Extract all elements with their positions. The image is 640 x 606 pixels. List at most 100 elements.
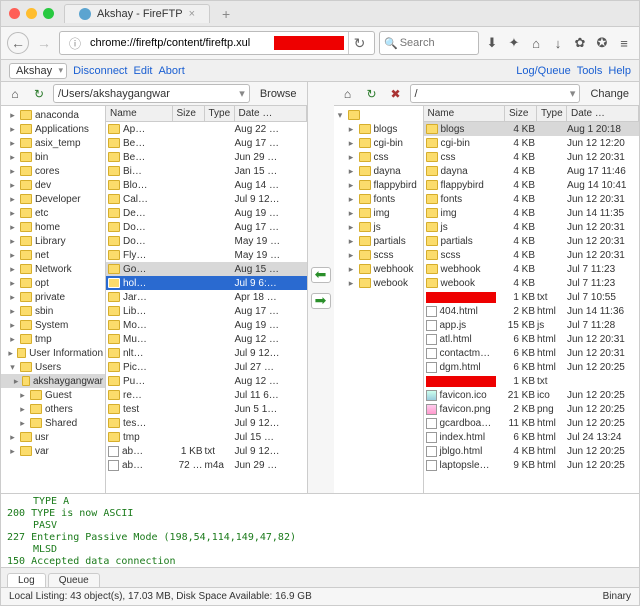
expand-icon[interactable]: ▸ — [8, 194, 17, 205]
file-row[interactable]: Fly…May 19 … — [106, 248, 307, 262]
expand-icon[interactable]: ▸ — [347, 264, 356, 275]
subbar-link[interactable]: Log/Queue — [516, 65, 570, 77]
file-row[interactable]: 1 KBtxt — [424, 374, 640, 388]
site-info-icon[interactable]: ⓘ — [64, 32, 86, 54]
expand-icon[interactable]: ▸ — [8, 334, 17, 345]
file-row[interactable]: Bi…Jan 15 … — [106, 164, 307, 178]
expand-icon[interactable]: ▸ — [8, 180, 17, 191]
tree-item[interactable]: ▸net — [1, 248, 105, 262]
bottom-tab[interactable]: Queue — [48, 573, 100, 587]
upload-arrow-button[interactable]: ➡ — [311, 293, 331, 309]
expand-icon[interactable]: ▸ — [347, 194, 356, 205]
file-row[interactable]: Cal…Jul 9 12… — [106, 192, 307, 206]
file-row[interactable]: testJun 5 1… — [106, 402, 307, 416]
account-dropdown[interactable]: Akshay ▾ — [9, 63, 67, 79]
maximize-window-button[interactable] — [43, 8, 54, 19]
file-row[interactable]: ab…72 …m4aJun 29 … — [106, 458, 307, 472]
col-name[interactable]: Name — [424, 106, 506, 121]
file-row[interactable]: partials4 KBJun 12 20:31 — [424, 234, 640, 248]
remote-home-icon[interactable]: ⌂ — [338, 85, 358, 103]
url-input[interactable] — [86, 35, 274, 51]
browser-tab[interactable]: Akshay - FireFTP × — [64, 4, 210, 23]
tree-item[interactable]: ▸partials — [334, 234, 423, 248]
file-row[interactable]: img4 KBJun 14 11:35 — [424, 206, 640, 220]
file-row[interactable]: Jar…Apr 18 … — [106, 290, 307, 304]
file-row[interactable]: flappybird4 KBAug 14 10:41 — [424, 178, 640, 192]
tree-item[interactable]: ▸dev — [1, 178, 105, 192]
expand-icon[interactable]: ▸ — [8, 138, 17, 149]
expand-icon[interactable]: ▸ — [8, 110, 17, 121]
tree-item[interactable]: ▸dayna — [334, 164, 423, 178]
tree-item[interactable]: ▸cgi-bin — [334, 136, 423, 150]
file-row[interactable]: favicon.png2 KBpngJun 12 20:25 — [424, 402, 640, 416]
expand-icon[interactable]: ▸ — [8, 124, 17, 135]
file-row[interactable]: jblgo.html4 KBhtmlJun 12 20:25 — [424, 444, 640, 458]
tree-item[interactable]: ▸js — [334, 220, 423, 234]
tree-item[interactable]: ▸asix_temp — [1, 136, 105, 150]
expand-icon[interactable]: ▸ — [347, 222, 356, 233]
file-row[interactable]: ab…1 KBtxtJul 9 12… — [106, 444, 307, 458]
col-size[interactable]: Size — [173, 106, 205, 121]
expand-icon[interactable]: ▸ — [18, 390, 27, 401]
toolbar-icon[interactable]: ↓ — [549, 34, 567, 52]
tree-item[interactable]: ▸scss — [334, 248, 423, 262]
subbar-link[interactable]: Tools — [577, 65, 603, 77]
col-date[interactable]: Date … — [567, 106, 639, 121]
file-row[interactable]: Be…Jun 29 … — [106, 150, 307, 164]
local-refresh-icon[interactable]: ↻ — [29, 85, 49, 103]
local-path-dropdown[interactable]: /Users/akshaygangwar ▾ — [53, 84, 250, 103]
local-home-icon[interactable]: ⌂ — [5, 85, 25, 103]
bottom-tab[interactable]: Log — [7, 573, 46, 587]
tree-item[interactable]: ▸fonts — [334, 192, 423, 206]
expand-icon[interactable]: ▸ — [7, 348, 13, 359]
subbar-action[interactable]: Edit — [134, 65, 153, 77]
tree-item[interactable]: ▸cores — [1, 164, 105, 178]
file-row[interactable]: laptopsle…9 KBhtmlJun 12 20:25 — [424, 458, 640, 472]
file-row[interactable]: Ap…Aug 22 … — [106, 122, 307, 136]
expand-icon[interactable]: ▸ — [347, 124, 356, 135]
file-row[interactable]: index.html6 KBhtmlJul 24 13:24 — [424, 430, 640, 444]
local-file-list[interactable]: Name Size Type Date … Ap…Aug 22 …Be…Aug … — [106, 106, 307, 493]
expand-icon[interactable]: ▸ — [8, 250, 17, 261]
remote-refresh-icon[interactable]: ↻ — [362, 85, 382, 103]
file-row[interactable]: css4 KBJun 12 20:31 — [424, 150, 640, 164]
toolbar-icon[interactable]: ✪ — [593, 34, 611, 52]
file-row[interactable]: De…Aug 19 … — [106, 206, 307, 220]
expand-icon[interactable]: ▸ — [347, 180, 356, 191]
file-row[interactable]: 404.html2 KBhtmlJun 14 11:36 — [424, 304, 640, 318]
tree-item[interactable]: ▸Library — [1, 234, 105, 248]
download-arrow-button[interactable]: ⬅ — [311, 267, 331, 283]
subbar-action[interactable]: Abort — [158, 65, 184, 77]
expand-icon[interactable]: ▸ — [8, 152, 17, 163]
file-row[interactable]: Mo…Aug 19 … — [106, 318, 307, 332]
tree-item[interactable]: ▾ — [334, 108, 423, 122]
toolbar-icon[interactable]: ⬇ — [483, 34, 501, 52]
tree-item[interactable]: ▸Guest — [1, 388, 105, 402]
close-tab-icon[interactable]: × — [189, 8, 195, 20]
file-row[interactable]: Blo…Aug 14 … — [106, 178, 307, 192]
tree-item[interactable]: ▸tmp — [1, 332, 105, 346]
col-type[interactable]: Type — [205, 106, 235, 121]
tree-item[interactable]: ▸bin — [1, 150, 105, 164]
subbar-action[interactable]: Disconnect — [73, 65, 127, 77]
file-row[interactable]: scss4 KBJun 12 20:31 — [424, 248, 640, 262]
expand-icon[interactable]: ▸ — [8, 432, 17, 443]
tree-item[interactable]: ▸private — [1, 290, 105, 304]
file-row[interactable]: fonts4 KBJun 12 20:31 — [424, 192, 640, 206]
file-row[interactable]: app.js15 KBjsJul 7 11:28 — [424, 318, 640, 332]
toolbar-icon[interactable]: ≡ — [615, 34, 633, 52]
file-row[interactable]: cgi-bin4 KBJun 12 12:20 — [424, 136, 640, 150]
toolbar-icon[interactable]: ⌂ — [527, 34, 545, 52]
expand-icon[interactable]: ▸ — [18, 404, 27, 415]
change-button[interactable]: Change — [584, 86, 635, 102]
tree-item[interactable]: ▸System — [1, 318, 105, 332]
expand-icon[interactable]: ▸ — [8, 278, 17, 289]
file-row[interactable]: atl.html6 KBhtmlJun 12 20:31 — [424, 332, 640, 346]
reload-icon[interactable]: ↻ — [348, 32, 370, 54]
file-row[interactable]: webook4 KBJul 7 11:23 — [424, 276, 640, 290]
file-row[interactable]: webhook4 KBJul 7 11:23 — [424, 262, 640, 276]
url-bar[interactable]: ⓘ ↻ — [59, 31, 375, 55]
expand-icon[interactable]: ▸ — [8, 236, 17, 247]
local-tree[interactable]: ▸anaconda▸Applications▸asix_temp▸bin▸cor… — [1, 106, 106, 493]
expand-icon[interactable]: ▸ — [347, 152, 356, 163]
